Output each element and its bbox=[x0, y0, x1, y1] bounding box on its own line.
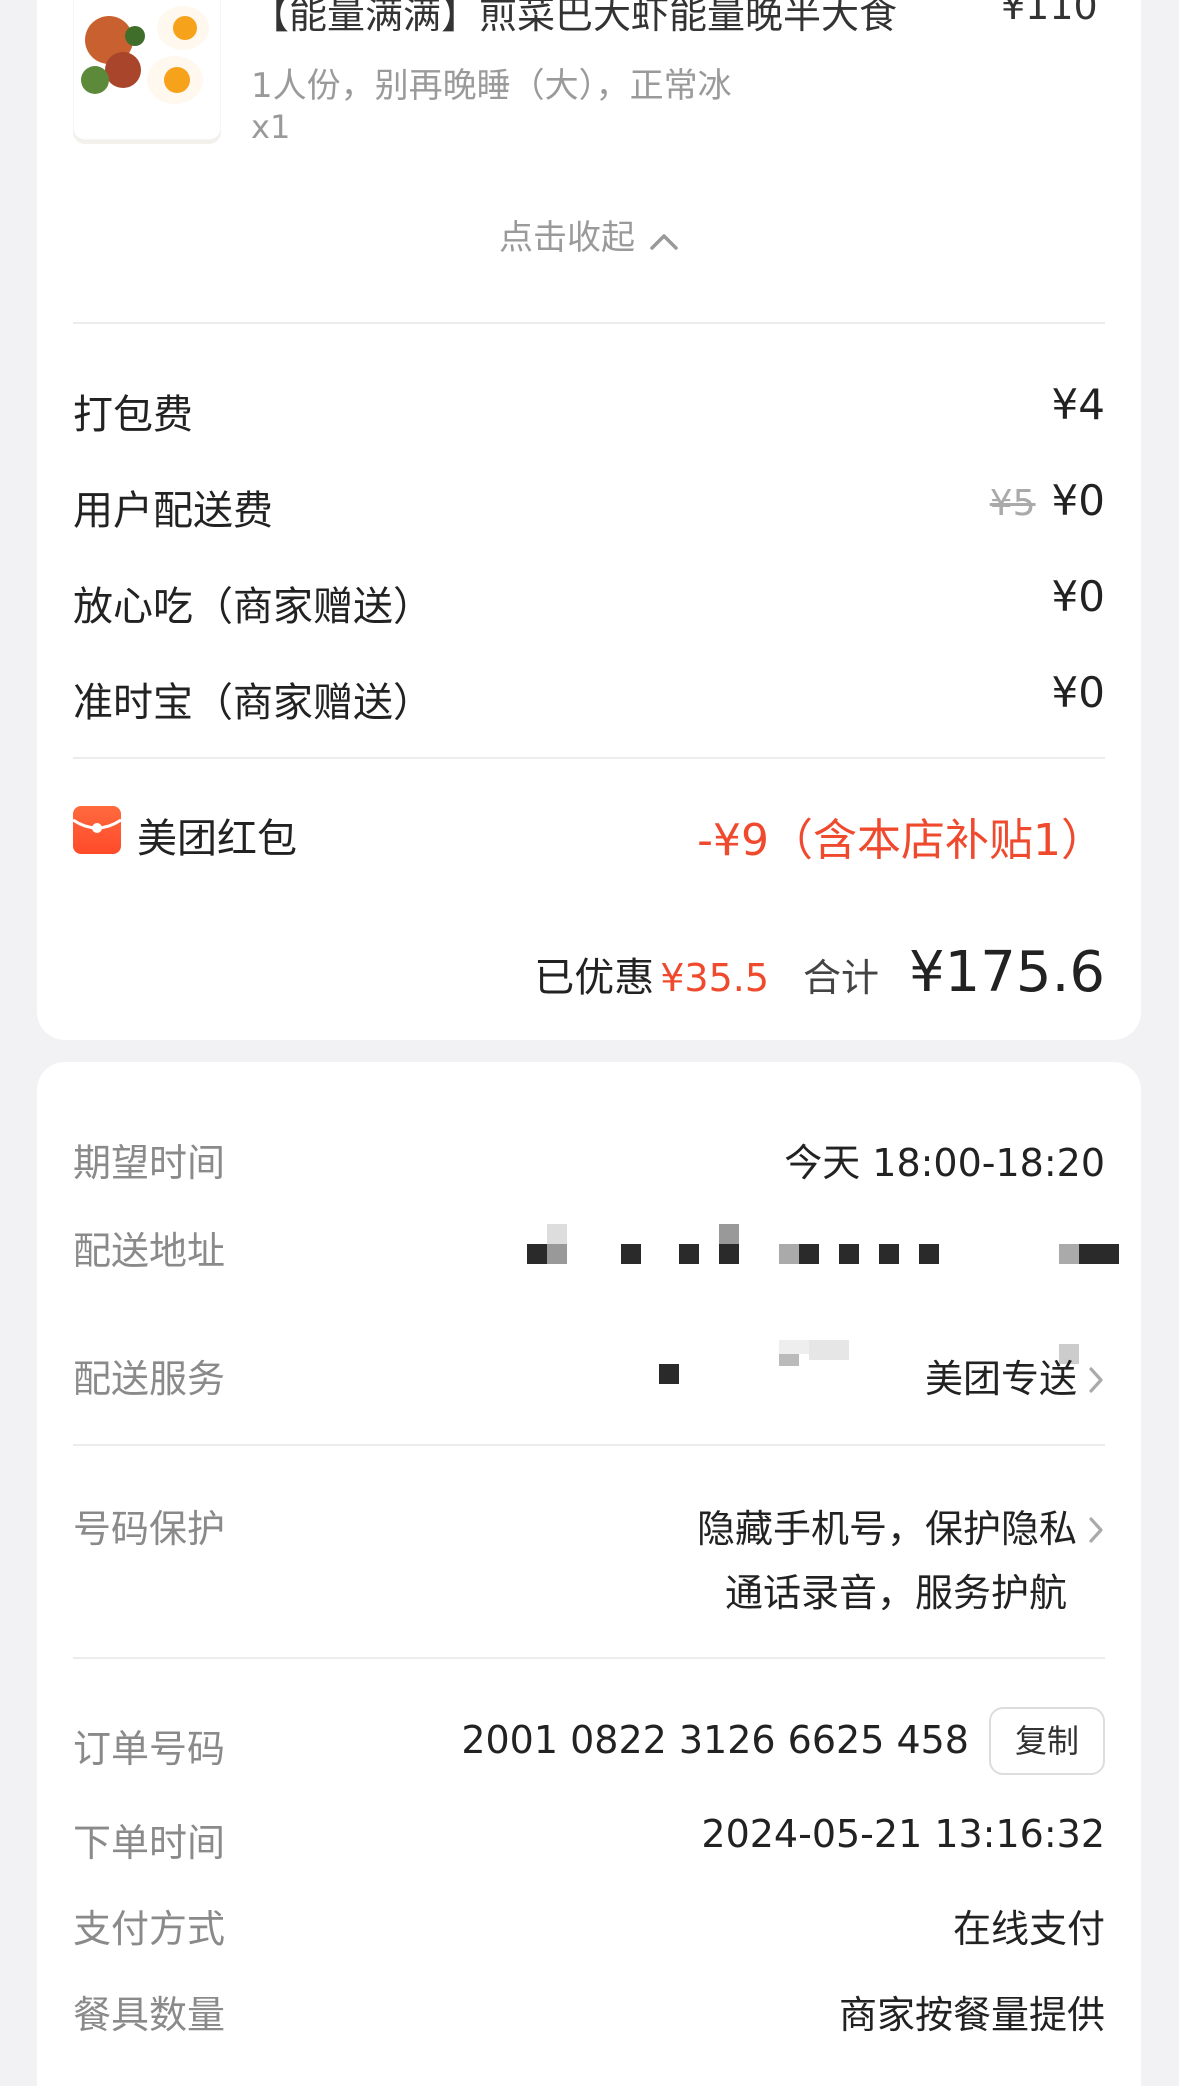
order-time-label: 下单时间 bbox=[73, 1821, 226, 1865]
fee-label-packing: 打包费 bbox=[73, 392, 193, 438]
saved-amount: ¥35.5 bbox=[660, 956, 770, 1000]
total-label: 合计 bbox=[803, 956, 880, 1000]
chevron-right-icon bbox=[1087, 1510, 1105, 1554]
fee-value-delivery: ¥5 ¥0 bbox=[990, 476, 1105, 525]
saved-label: 已优惠 bbox=[534, 955, 655, 1001]
payment-value: 在线支付 bbox=[952, 1907, 1105, 1951]
collapse-toggle[interactable]: 点击收起 bbox=[37, 210, 1141, 260]
red-packet-icon bbox=[72, 806, 122, 854]
service-value: 美团专送 bbox=[924, 1357, 1077, 1401]
dish-price: ¥110 bbox=[1001, 0, 1098, 28]
dish-spec: 1人份，别再晚睡（大），正常冰 bbox=[251, 66, 732, 106]
order-number-label: 订单号码 bbox=[73, 1727, 226, 1771]
privacy-line1: 隐藏手机号，保护隐私 bbox=[696, 1507, 1077, 1551]
red-packet-value: -¥9（含本店补贴1） bbox=[697, 815, 1105, 866]
collapse-label: 点击收起 bbox=[499, 218, 635, 258]
fee-value-packing: ¥4 bbox=[1051, 380, 1105, 429]
copy-button[interactable]: 复制 bbox=[989, 1707, 1105, 1775]
fee-value-food-safety: ¥0 bbox=[1051, 572, 1105, 621]
dish-quantity: x1 bbox=[251, 108, 291, 146]
fee-value-on-time: ¥0 bbox=[1051, 668, 1105, 717]
divider bbox=[73, 1444, 1105, 1446]
address-label: 配送地址 bbox=[73, 1229, 226, 1273]
utensils-value: 商家按餐量提供 bbox=[838, 1993, 1105, 2037]
privacy-label: 号码保护 bbox=[73, 1507, 226, 1551]
total-row: 已优惠 ¥35.5 合计 ¥175.6 bbox=[534, 940, 1105, 1005]
divider bbox=[73, 1657, 1105, 1659]
service-label: 配送服务 bbox=[73, 1357, 226, 1401]
chevron-right-icon bbox=[1087, 1360, 1105, 1404]
expected-time-label: 期望时间 bbox=[73, 1141, 226, 1185]
service-link[interactable]: 美团专送 bbox=[925, 1348, 1105, 1404]
red-packet-label: 美团红包 bbox=[137, 816, 297, 862]
dish-title: 【能量满满】煎菜巴大虾能量晚半大食 bbox=[251, 0, 898, 37]
order-number-value: 2001 0822 3126 6625 458 bbox=[461, 1718, 969, 1762]
divider bbox=[73, 322, 1105, 324]
chevron-up-icon bbox=[649, 220, 679, 260]
expected-time-value: 今天 18:00-18:20 bbox=[784, 1141, 1105, 1185]
fee-label-delivery: 用户配送费 bbox=[73, 488, 273, 534]
original-delivery-fee: ¥5 bbox=[989, 483, 1036, 524]
delivery-fee-amount: ¥0 bbox=[1051, 476, 1105, 525]
fee-label-on-time: 准时宝（商家赠送） bbox=[73, 680, 433, 726]
payment-label: 支付方式 bbox=[73, 1907, 226, 1951]
privacy-line2: 通话录音，服务护航 bbox=[724, 1571, 1067, 1615]
privacy-link[interactable]: 隐藏手机号，保护隐私 bbox=[697, 1498, 1105, 1554]
order-details-card: 期望时间 今天 18:00-18:20 配送地址 配送服务 美团专送 号码保护 … bbox=[37, 1062, 1141, 2086]
total-amount: ¥175.6 bbox=[909, 940, 1105, 1005]
dish-thumbnail[interactable] bbox=[73, 0, 221, 144]
divider bbox=[73, 757, 1105, 759]
order-summary-card: 【能量满满】煎菜巴大虾能量晚半大食 ¥110 1人份，别再晚睡（大），正常冰 x… bbox=[37, 0, 1141, 1040]
order-time-value: 2024-05-21 13:16:32 bbox=[701, 1812, 1105, 1856]
fee-label-food-safety: 放心吃（商家赠送） bbox=[73, 584, 433, 630]
utensils-label: 餐具数量 bbox=[73, 1993, 226, 2037]
